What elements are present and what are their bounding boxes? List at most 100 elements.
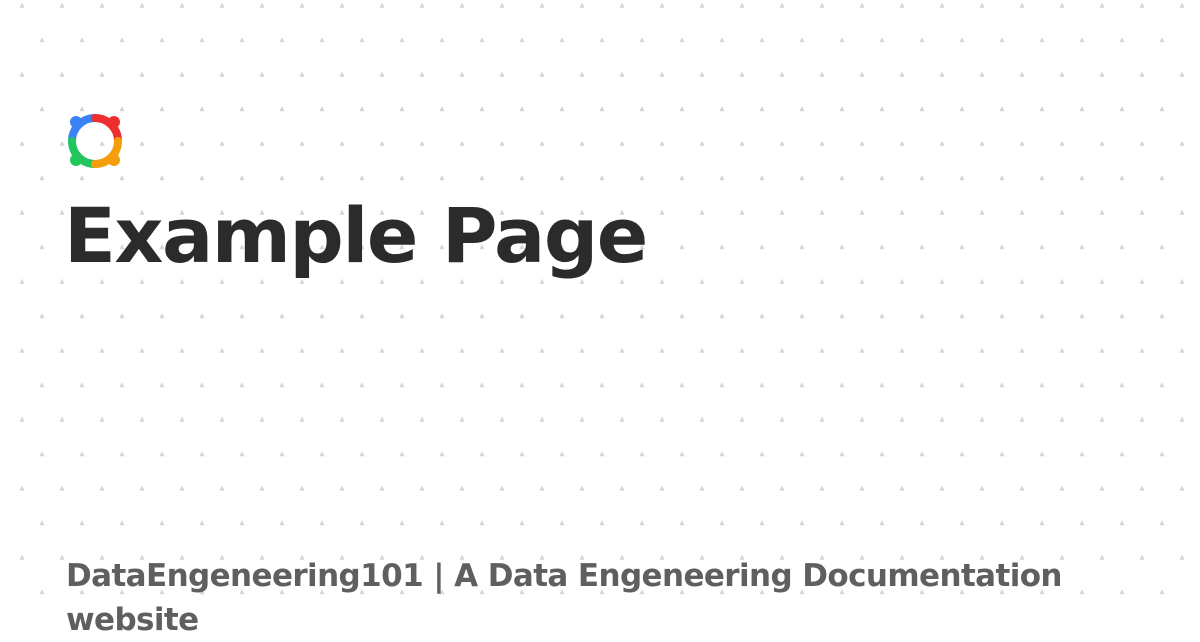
dot-grid-mark bbox=[799, 313, 805, 319]
dot-grid-mark bbox=[99, 416, 105, 422]
dot-grid-mark bbox=[759, 313, 765, 319]
dot-grid-mark bbox=[39, 451, 45, 457]
page-title: Example Page bbox=[64, 191, 648, 280]
dot-grid-mark bbox=[79, 451, 85, 457]
dot-grid-mark bbox=[1119, 382, 1125, 388]
dot-grid-mark bbox=[599, 106, 605, 112]
dot-grid-mark bbox=[999, 244, 1005, 250]
dot-grid-mark bbox=[59, 347, 65, 353]
dot-grid-mark bbox=[1099, 2, 1105, 8]
dot-grid-mark bbox=[1119, 313, 1125, 319]
dot-grid-mark bbox=[1099, 416, 1105, 422]
dot-grid-mark bbox=[539, 2, 545, 8]
dot-grid-mark bbox=[219, 347, 225, 353]
dot-grid-mark bbox=[819, 71, 825, 77]
dot-grid-mark bbox=[359, 382, 365, 388]
dot-grid-mark bbox=[639, 382, 645, 388]
dot-grid-mark bbox=[1119, 175, 1125, 181]
dot-grid-mark bbox=[479, 175, 485, 181]
dot-grid-mark bbox=[779, 347, 785, 353]
dot-grid-mark bbox=[179, 71, 185, 77]
dot-grid-mark bbox=[719, 244, 725, 250]
dot-grid-mark bbox=[719, 106, 725, 112]
dot-grid-mark bbox=[1179, 278, 1185, 284]
dot-grid-mark bbox=[759, 244, 765, 250]
dot-grid-mark bbox=[759, 451, 765, 457]
dot-grid-mark bbox=[1119, 451, 1125, 457]
dot-grid-mark bbox=[239, 313, 245, 319]
dot-grid-mark bbox=[899, 140, 905, 146]
dot-grid-mark bbox=[1079, 244, 1085, 250]
dot-grid-mark bbox=[899, 278, 905, 284]
dot-grid-mark bbox=[839, 382, 845, 388]
dot-grid-mark bbox=[159, 382, 165, 388]
dot-grid-mark bbox=[759, 382, 765, 388]
dot-grid-mark bbox=[399, 37, 405, 43]
dot-grid-mark bbox=[859, 416, 865, 422]
dot-grid-mark bbox=[959, 382, 965, 388]
dot-grid-mark bbox=[1039, 382, 1045, 388]
dot-grid-mark bbox=[959, 106, 965, 112]
dot-grid-mark bbox=[99, 2, 105, 8]
dot-grid-mark bbox=[819, 485, 825, 491]
dot-grid-mark bbox=[1059, 2, 1065, 8]
dot-grid-mark bbox=[639, 451, 645, 457]
dot-grid-mark bbox=[579, 2, 585, 8]
dot-grid-mark bbox=[839, 451, 845, 457]
dot-grid-mark bbox=[779, 278, 785, 284]
dot-grid-mark bbox=[919, 313, 925, 319]
dot-grid-mark bbox=[799, 382, 805, 388]
dot-grid-mark bbox=[199, 451, 205, 457]
dot-grid-mark bbox=[579, 485, 585, 491]
dot-grid-mark bbox=[599, 382, 605, 388]
dot-grid-mark bbox=[819, 278, 825, 284]
dot-grid-mark bbox=[979, 140, 985, 146]
dot-grid-mark bbox=[399, 451, 405, 457]
dot-grid-mark bbox=[979, 347, 985, 353]
dot-grid-mark bbox=[959, 244, 965, 250]
dot-grid-mark bbox=[1159, 106, 1165, 112]
dot-grid-mark bbox=[999, 106, 1005, 112]
dot-grid-mark bbox=[339, 416, 345, 422]
dot-grid-mark bbox=[179, 416, 185, 422]
dot-grid-mark bbox=[799, 37, 805, 43]
dot-grid-mark bbox=[739, 347, 745, 353]
dot-grid-mark bbox=[819, 209, 825, 215]
dot-grid-mark bbox=[159, 313, 165, 319]
dot-grid-mark bbox=[759, 106, 765, 112]
dot-grid-mark bbox=[1099, 140, 1105, 146]
dot-grid-mark bbox=[279, 382, 285, 388]
dot-grid-mark bbox=[939, 140, 945, 146]
dot-grid-mark bbox=[139, 416, 145, 422]
dot-grid-mark bbox=[819, 140, 825, 146]
logo-orange-node bbox=[108, 154, 120, 166]
dot-grid-mark bbox=[499, 2, 505, 8]
dot-grid-mark bbox=[139, 2, 145, 8]
dot-grid-mark bbox=[1139, 209, 1145, 215]
dot-grid-mark bbox=[659, 278, 665, 284]
dot-grid-mark bbox=[679, 175, 685, 181]
dot-grid-mark bbox=[779, 485, 785, 491]
logo-red-node bbox=[108, 116, 120, 128]
dot-grid-mark bbox=[419, 71, 425, 77]
dot-grid-mark bbox=[119, 106, 125, 112]
dot-grid-mark bbox=[1179, 485, 1185, 491]
dot-grid-mark bbox=[1139, 347, 1145, 353]
dot-grid-mark bbox=[1139, 140, 1145, 146]
dot-grid-mark bbox=[499, 485, 505, 491]
dot-grid-mark bbox=[519, 106, 525, 112]
dot-grid-mark bbox=[699, 140, 705, 146]
dot-grid-mark bbox=[839, 520, 845, 526]
dot-grid-mark bbox=[59, 140, 65, 146]
dot-grid-mark bbox=[1079, 382, 1085, 388]
dot-grid-mark bbox=[119, 520, 125, 526]
dot-grid-mark bbox=[539, 140, 545, 146]
dot-grid-mark bbox=[1059, 416, 1065, 422]
dot-grid-mark bbox=[539, 485, 545, 491]
dot-grid-mark bbox=[459, 485, 465, 491]
dot-grid-mark bbox=[679, 382, 685, 388]
dot-grid-mark bbox=[399, 313, 405, 319]
dot-grid-mark bbox=[899, 209, 905, 215]
dot-grid-mark bbox=[1019, 209, 1025, 215]
dot-grid-mark bbox=[1039, 451, 1045, 457]
